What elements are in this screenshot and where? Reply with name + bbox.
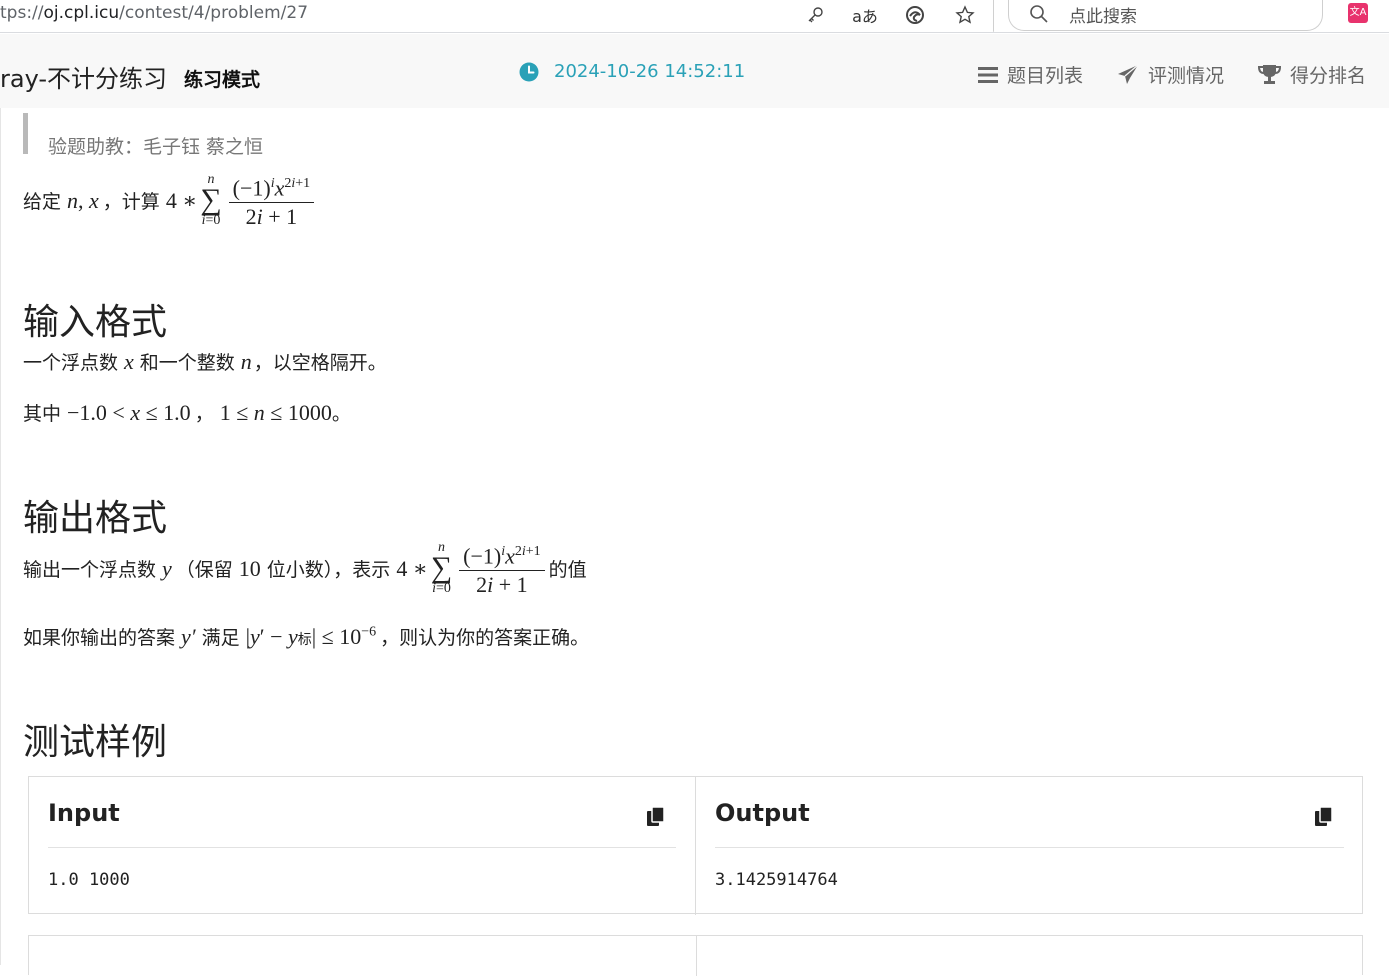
contest-clock: 2024-10-26 14:52:11: [519, 61, 745, 82]
url-field[interactable]: tps://oj.cpl.icu/contest/4/problem/27: [0, 3, 308, 23]
series-fraction: (−1)ix2i+1 2i + 1: [228, 170, 315, 231]
nav-problem-list-label: 题目列表: [1007, 65, 1084, 87]
statement-prefix: 给定: [23, 191, 62, 214]
formula-4: 4 ∗: [165, 187, 198, 213]
output-format-heading: 输出格式: [23, 498, 168, 539]
nav-ranking[interactable]: 得分排名: [1258, 61, 1366, 88]
formula-4-b: 4 ∗: [396, 555, 428, 581]
series-fraction-b: (−1)ix2i+1 2i + 1: [459, 538, 545, 599]
math-n-range: 1 ≤ n ≤ 1000: [219, 399, 332, 425]
list-icon: [978, 66, 998, 83]
statement-compute: 计算: [121, 191, 160, 214]
key-icon[interactable]: [802, 2, 828, 28]
input-line-2: 其中 −1.0 < x ≤ 1.0 ， 1 ≤ n ≤ 1000 。: [23, 399, 351, 426]
math-y: y: [162, 555, 172, 581]
sample-output-data: 3.1425914764: [715, 870, 838, 890]
math-error-bound: |y′ − y标| ≤ 10−6: [245, 623, 377, 649]
reviewers-text: 验题助教：毛子钰 蔡之恒: [48, 136, 264, 158]
sample-input-data: 1.0 1000: [48, 870, 130, 890]
output-line-2: 如果你输出的答案 y′ 满足 |y′ − y标| ≤ 10−6 ，则认为你的答案…: [23, 623, 589, 650]
input-line1-a: 一个浮点数: [23, 352, 119, 374]
input-line1-c: ，以空格隔开。: [253, 352, 387, 374]
read-aloud-icon[interactable]: aあ: [852, 2, 878, 28]
sample-input-panel: Input 1.0 1000: [29, 777, 696, 915]
nav-judge-status[interactable]: 评测情况: [1118, 61, 1224, 88]
output-line-1: 输出一个浮点数 y （保留 10 位小数），表示 4 ∗ n ∑ i=0 (−1)i…: [23, 538, 587, 599]
sample-input-label: Input: [48, 799, 120, 827]
problem-content: 验题助教：毛子钰 蔡之恒 给定 n, x ， 计算 4 ∗ n ∑ i=0 (−1)…: [0, 108, 1389, 976]
samples-heading: 测试样例: [23, 722, 168, 763]
send-icon: [1118, 64, 1139, 84]
practice-mode-badge: 练习模式: [184, 69, 261, 91]
math-n: n: [240, 348, 252, 374]
math-x-range: −1.0 < x ≤ 1.0: [67, 399, 191, 425]
summation-symbol: n ∑ i=0: [200, 171, 222, 228]
sample-card: Input 1.0 1000 Output 3.1425914764: [28, 776, 1363, 915]
divider: [715, 847, 1344, 848]
math-10: 10: [238, 555, 261, 581]
browser-toolbar-icons: aあ: [800, 0, 990, 30]
nav-problem-list[interactable]: 题目列表: [978, 61, 1083, 88]
input-line2-a: 其中: [23, 403, 62, 425]
url-prefix: tps://: [0, 3, 44, 23]
edge-icon[interactable]: [902, 2, 928, 28]
toolbar-divider: [993, 0, 994, 32]
trophy-icon: [1258, 65, 1281, 84]
output-line2-b: 满足: [201, 627, 240, 649]
browser-address-bar: tps://oj.cpl.icu/contest/4/problem/27 aあ…: [0, 0, 1389, 33]
math-x: x: [124, 348, 134, 374]
output-line2-c: ，则认为你的答案正确。: [380, 627, 590, 649]
nav-ranking-label: 得分排名: [1290, 65, 1367, 87]
copy-icon[interactable]: [647, 807, 665, 827]
divider: [696, 936, 697, 976]
output-line1-d: 的值: [548, 559, 587, 582]
summation-symbol-b: n ∑ i=0: [430, 539, 453, 596]
sample-output-panel: Output 3.1425914764: [696, 777, 1363, 915]
search-placeholder: 点此搜索: [1069, 7, 1137, 27]
translate-extension-icon[interactable]: 文A: [1348, 3, 1368, 23]
copy-icon[interactable]: [1315, 807, 1333, 827]
reviewers-note: 验题助教：毛子钰 蔡之恒: [23, 113, 623, 158]
sample-card-next: [28, 935, 1363, 976]
output-line2-a: 如果你输出的答案: [23, 627, 176, 649]
math-y-prime: y′: [181, 623, 196, 649]
divider: [48, 847, 676, 848]
nav-judge-status-label: 评测情况: [1148, 65, 1225, 87]
search-icon: [1030, 5, 1048, 23]
clock-time: 2024-10-26 14:52:11: [554, 61, 746, 82]
browser-search-box[interactable]: 点此搜索: [1008, 0, 1323, 31]
math-n-x: n, x: [67, 187, 99, 213]
favorite-star-icon[interactable]: [952, 2, 978, 28]
clock-icon: [519, 62, 539, 81]
input-format-heading: 输入格式: [23, 302, 168, 343]
sample-output-label: Output: [715, 799, 810, 827]
url-path: /contest/4/problem/27: [119, 3, 309, 23]
output-line1-b: （保留: [175, 559, 233, 582]
url-host: oj.cpl.icu: [43, 3, 120, 23]
output-line1-a: 输出一个浮点数: [23, 559, 157, 582]
oj-header: ray-不计分练习 练习模式 2024-10-26 14:52:11 题目列表 …: [0, 34, 1389, 108]
output-line1-c: 位小数），表示: [266, 559, 391, 582]
input-line-1: 一个浮点数 x 和一个整数 n ，以空格隔开。: [23, 348, 387, 375]
problem-statement: 给定 n, x ， 计算 4 ∗ n ∑ i=0 (−1)ix2i+1 2i + 1: [23, 170, 318, 231]
contest-title[interactable]: ray-不计分练习: [0, 59, 167, 94]
input-line1-b: 和一个整数: [139, 352, 235, 374]
